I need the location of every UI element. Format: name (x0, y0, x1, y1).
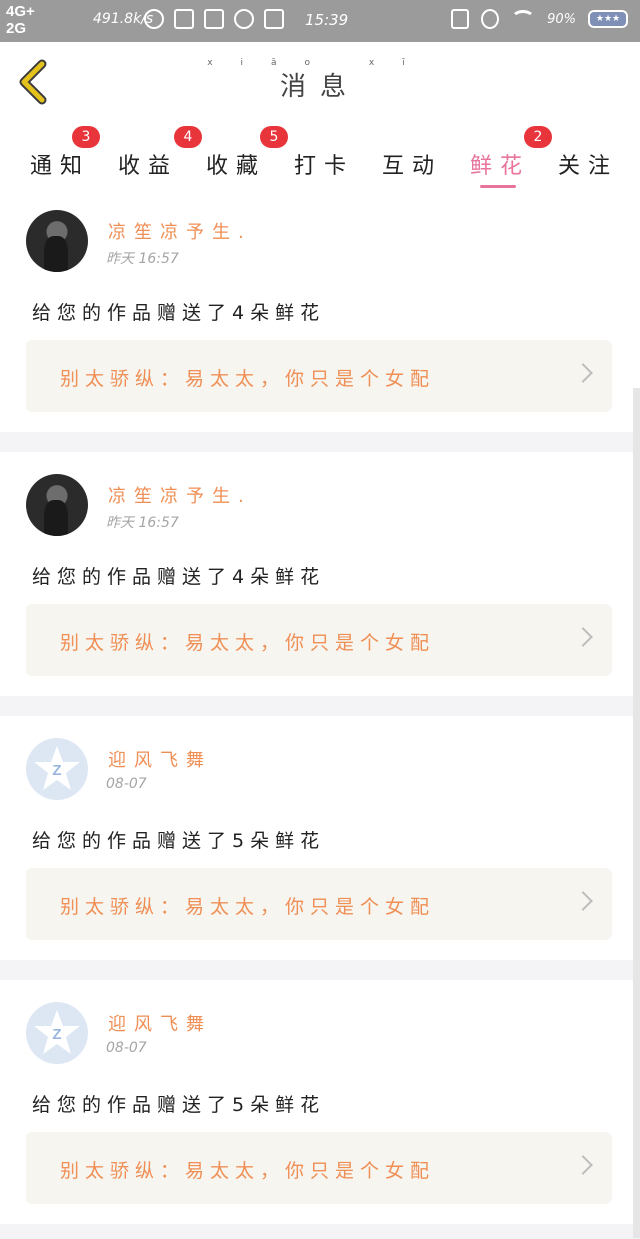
tab-label: 互动 (382, 154, 443, 179)
message-card: Z 迎风飞舞 08-07 给您的作品赠送了5朵鲜花 别太骄纵：易太太，你只是个女… (0, 716, 640, 960)
tab-checkin[interactable]: 打卡 (294, 134, 354, 184)
battery-icon: ★★★ (588, 10, 628, 28)
work-quote-link[interactable]: 别太骄纵：易太太，你只是个女配 (26, 1132, 612, 1204)
message-text: 给您的作品赠送了4朵鲜花 (32, 566, 326, 588)
work-quote-link[interactable]: 别太骄纵：易太太，你只是个女配 (26, 340, 612, 412)
message-text: 给您的作品赠送了5朵鲜花 (32, 1094, 326, 1116)
avatar[interactable] (26, 474, 88, 536)
call-icon (234, 9, 254, 29)
work-quote-link[interactable]: 别太骄纵：易太太，你只是个女配 (26, 604, 612, 676)
svg-text:Z: Z (52, 1026, 61, 1043)
tab-earnings[interactable]: 收益 4 (118, 126, 202, 184)
app-header: xiāo xī 消息 (0, 42, 640, 123)
sender-name[interactable]: 迎风飞舞 (108, 1010, 212, 1036)
qq-star-icon: Z (34, 1010, 80, 1054)
avatar[interactable] (26, 210, 88, 272)
wechat-icon (144, 9, 164, 29)
work-quote-link[interactable]: 别太骄纵：易太太，你只是个女配 (26, 868, 612, 940)
svg-text:Z: Z (52, 762, 61, 779)
app-notification-icon (174, 9, 194, 29)
chevron-right-icon (573, 363, 593, 383)
network-label-1: 4G+ (6, 3, 35, 20)
sender-name[interactable]: 凉笙凉予生. (108, 218, 252, 244)
message-time: 昨天 16:57 (106, 251, 179, 267)
tab-label: 收益 (118, 154, 179, 179)
tab-badge: 3 (72, 126, 100, 148)
qq-star-icon: Z (34, 746, 80, 790)
sender-name[interactable]: 凉笙凉予生. (108, 482, 252, 508)
message-time: 昨天 16:57 (106, 515, 179, 531)
tab-label: 关注 (558, 154, 619, 179)
chevron-right-icon (573, 627, 593, 647)
message-time: 08-07 (106, 776, 147, 792)
network-label-2: 2G (6, 20, 27, 37)
tab-label: 打卡 (294, 154, 355, 179)
clock: 15:39 (305, 11, 349, 29)
scrollbar[interactable] (633, 388, 640, 1238)
work-title: 别太骄纵：易太太，你只是个女配 (60, 1160, 436, 1182)
notification-icons (144, 9, 284, 29)
battery-percent: 90% (547, 11, 576, 27)
chevron-right-icon (573, 1155, 593, 1175)
avatar-default[interactable]: Z (26, 738, 88, 800)
chevron-right-icon (573, 891, 593, 911)
tab-label: 收藏 (206, 154, 267, 179)
sim-icon (264, 9, 284, 29)
alarm-icon (481, 9, 500, 29)
message-text: 给您的作品赠送了5朵鲜花 (32, 830, 326, 852)
status-bar: 4G+ 2G 491.8k/s 15:39 90% ★★★ (0, 0, 640, 42)
tab-flowers[interactable]: 鲜花 2 (470, 126, 552, 188)
tab-badge: 5 (260, 126, 288, 148)
tab-following[interactable]: 关注 (558, 134, 618, 184)
tab-interactions[interactable]: 互动 (382, 134, 442, 184)
message-card: 凉笙凉予生. 昨天 16:57 给您的作品赠送了4朵鲜花 别太骄纵：易太太，你只… (0, 452, 640, 696)
wifi-icon (511, 10, 536, 28)
vibrate-icon (451, 9, 470, 29)
work-title: 别太骄纵：易太太，你只是个女配 (60, 632, 436, 654)
message-text: 给您的作品赠送了4朵鲜花 (32, 302, 326, 324)
page-title: 消息 (279, 72, 360, 102)
message-time: 08-07 (106, 1040, 147, 1056)
network-indicator: 4G+ 2G (6, 3, 35, 37)
tab-notifications[interactable]: 通知 3 (30, 126, 100, 184)
work-title: 别太骄纵：易太太，你只是个女配 (60, 896, 436, 918)
work-title: 别太骄纵：易太太，你只是个女配 (60, 368, 436, 390)
tab-bar: 通知 3 收益 4 收藏 5 打卡 互动 鲜花 2 关注 (0, 122, 640, 188)
tab-label: 鲜花 (470, 154, 531, 179)
tab-badge: 2 (524, 126, 552, 148)
message-card: Z 迎风飞舞 08-07 给您的作品赠送了5朵鲜花 别太骄纵：易太太，你只是个女… (0, 980, 640, 1224)
tab-badge: 4 (174, 126, 202, 148)
avatar-default[interactable]: Z (26, 1002, 88, 1064)
mute-icon (204, 9, 224, 29)
tab-label: 通知 (30, 154, 91, 179)
tab-favorites[interactable]: 收藏 5 (206, 126, 288, 184)
sender-name[interactable]: 迎风飞舞 (108, 746, 212, 772)
message-card: 凉笙凉予生. 昨天 16:57 给您的作品赠送了4朵鲜花 别太骄纵：易太太，你只… (0, 188, 640, 432)
